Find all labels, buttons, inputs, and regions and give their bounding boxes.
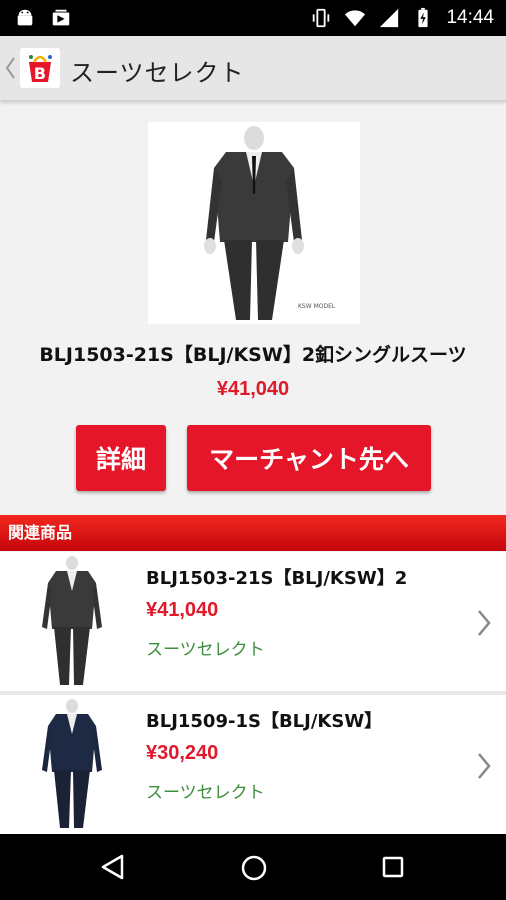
product-title: BLJ1503-21S【BLJ/KSW】2釦シングルスーツ [39, 344, 467, 366]
photo-icon [52, 9, 70, 26]
item-price: ¥41,040 [146, 599, 219, 621]
app-logo-letter: B [34, 64, 46, 83]
suit-thumbnail-icon [20, 698, 132, 832]
list-item[interactable]: BLJ1503-21S【BLJ/KSW】2 ¥41,040 スーツセレクト [0, 552, 506, 691]
suit-image-icon: KSW MODEL [148, 122, 360, 324]
chevron-right-icon[interactable] [476, 751, 492, 781]
battery-charging-icon [418, 7, 429, 28]
action-bar: B スーツセレクト [0, 36, 506, 101]
product-price: ¥41,040 [216, 378, 290, 400]
status-bar: 14:44 [0, 0, 506, 36]
suit-thumbnail-icon [20, 555, 132, 689]
item-title: BLJ1503-21S【BLJ/KSW】2 [146, 568, 408, 589]
back-icon[interactable] [100, 854, 126, 880]
app-logo-icon[interactable]: B [20, 48, 60, 88]
item-shop: スーツセレクト [146, 783, 265, 803]
up-navigation-icon[interactable] [4, 55, 16, 81]
app-title: スーツセレクト [70, 59, 245, 87]
signal-icon [380, 8, 399, 28]
vibrate-icon [313, 8, 330, 28]
android-icon [17, 9, 33, 26]
list-item[interactable]: BLJ1509-1S【BLJ/KSW】 ¥30,240 スーツセレクト [0, 695, 506, 834]
item-shop: スーツセレクト [146, 640, 265, 660]
item-price: ¥30,240 [146, 742, 219, 764]
navigation-bar [0, 834, 506, 900]
related-products-header: 関連商品 [0, 515, 506, 551]
home-icon[interactable] [240, 854, 268, 882]
detail-button[interactable]: 詳細 [76, 425, 166, 491]
status-time: 14:44 [446, 7, 494, 28]
chevron-right-icon[interactable] [476, 608, 492, 638]
wifi-icon [345, 10, 366, 27]
product-image: KSW MODEL [148, 122, 360, 324]
item-title: BLJ1509-1S【BLJ/KSW】 [146, 711, 383, 732]
image-caption: KSW MODEL [298, 303, 336, 310]
merchant-button[interactable]: マーチャント先へ [187, 425, 431, 491]
recent-apps-icon[interactable] [381, 855, 405, 879]
